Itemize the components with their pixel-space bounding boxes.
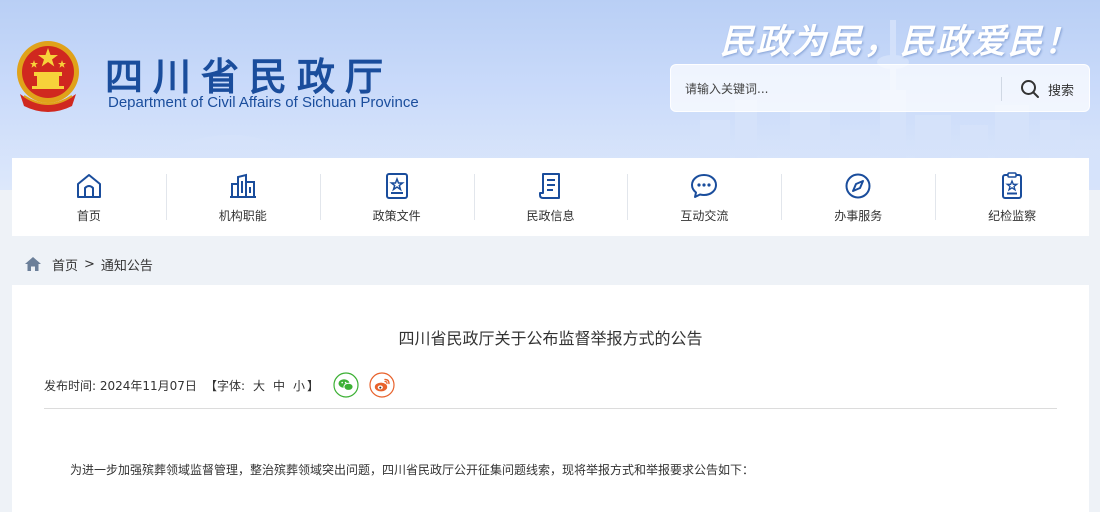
meta-divider (44, 408, 1057, 409)
nav-label: 互动交流 (680, 208, 729, 223)
nav-item-organization[interactable]: 机构职能 (165, 158, 320, 236)
main-navigation: 首页 机构职能 政策文件 民政信息 互动交流 办事服务 纪检监察 (12, 158, 1089, 236)
site-title-english: Department of Civil Affairs of Sichuan P… (108, 94, 419, 111)
nav-item-policy[interactable]: 政策文件 (319, 158, 474, 236)
nav-label: 民政信息 (526, 208, 575, 223)
breadcrumb-current-link[interactable]: 通知公告 (101, 255, 153, 274)
nav-label: 机构职能 (218, 208, 267, 223)
home-icon (76, 173, 101, 198)
nav-item-home[interactable]: 首页 (12, 158, 166, 236)
font-size-large-button[interactable]: 大 (253, 377, 265, 394)
publish-date: 发布时间: 2024年11月07日 (44, 378, 197, 393)
search-divider (1001, 77, 1002, 101)
nav-label: 首页 (76, 208, 101, 223)
wechat-icon (333, 372, 359, 398)
font-size-medium-button[interactable]: 中 (273, 377, 285, 394)
policy-document-icon (385, 172, 408, 199)
nav-item-news[interactable]: 民政信息 (473, 158, 628, 236)
slogan-text: 民政为民，民政爱民！ (720, 22, 1080, 62)
home-icon (25, 257, 41, 271)
nav-label: 办事服务 (834, 208, 883, 223)
share-wechat-button[interactable] (333, 372, 359, 398)
share-weibo-button[interactable] (369, 372, 395, 398)
search-button-label: 搜索 (1047, 83, 1074, 99)
article-container: 四川省民政厅关于公布监督举报方式的公告 发布时间: 2024年11月07日 【字… (12, 285, 1089, 512)
chat-bubble-icon (691, 173, 718, 198)
search-box: 搜索 (670, 64, 1090, 112)
breadcrumb-home-link[interactable]: 首页 (52, 255, 78, 274)
search-input[interactable] (685, 75, 985, 103)
news-document-icon (538, 172, 560, 199)
breadcrumb-separator: > (84, 256, 95, 272)
weibo-icon (369, 372, 395, 398)
site-title-chinese: 四川省民政厅 (105, 54, 394, 99)
nav-label: 纪检监察 (988, 208, 1037, 223)
compass-icon (845, 173, 871, 198)
font-size-small-button[interactable]: 小 (293, 377, 305, 394)
building-icon (229, 173, 256, 198)
article-meta: 发布时间: 2024年11月07日 【字体: 大 中 小 】 (44, 372, 395, 398)
article-title: 四川省民政厅关于公布监督举报方式的公告 (398, 329, 703, 348)
nav-item-interaction[interactable]: 互动交流 (627, 158, 781, 236)
article-paragraph: 为进一步加强殡葬领域监督管理，整治殡葬领域突出问题，四川省民政厅公开征集问题线索… (70, 463, 755, 477)
national-emblem-icon (17, 41, 79, 112)
breadcrumb: 首页 > 通知公告 (24, 255, 153, 274)
font-size-label-close: 】 (307, 378, 320, 393)
badge-clipboard-icon (1002, 171, 1023, 199)
nav-item-services[interactable]: 办事服务 (781, 158, 935, 236)
search-icon (1020, 80, 1039, 98)
search-button[interactable]: 搜索 (1009, 73, 1085, 105)
nav-label: 政策文件 (372, 208, 421, 223)
nav-item-discipline[interactable]: 纪检监察 (935, 158, 1089, 236)
font-size-label-open: 【字体: (204, 378, 245, 393)
